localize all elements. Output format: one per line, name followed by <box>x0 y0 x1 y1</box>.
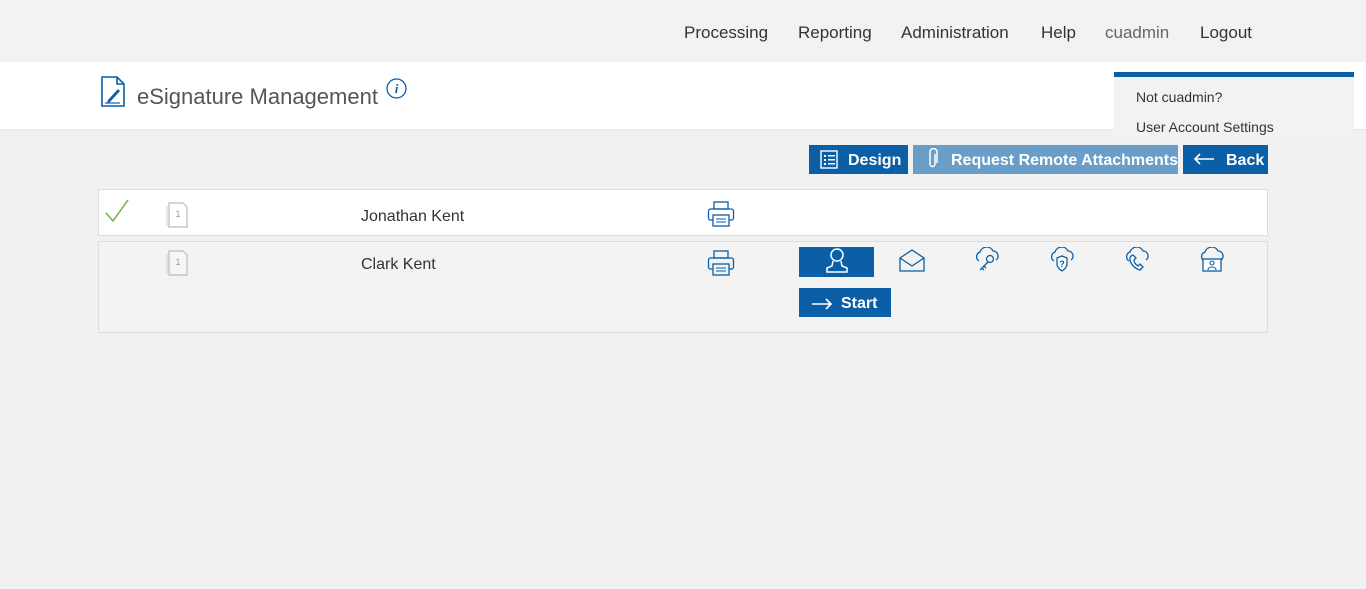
cloud-key-icon <box>973 245 1001 278</box>
top-navigation: Processing Reporting Administration Help… <box>0 0 1366 62</box>
info-icon[interactable]: i <box>386 78 407 104</box>
cloud-id-auth-button[interactable] <box>1174 245 1249 278</box>
design-button-label: Design <box>848 152 902 169</box>
printer-icon[interactable] <box>707 201 735 232</box>
svg-text:?: ? <box>1059 259 1065 269</box>
cloud-question-auth-button[interactable]: ? <box>1024 245 1099 278</box>
menu-user-account-settings[interactable]: User Account Settings <box>1136 119 1274 135</box>
nav-administration[interactable]: Administration <box>901 23 1009 43</box>
list-icon <box>820 150 838 169</box>
nav-help[interactable]: Help <box>1041 23 1076 43</box>
email-auth-button[interactable] <box>874 247 949 277</box>
phone-auth-button[interactable] <box>1099 245 1174 278</box>
user-dropdown-menu: Not cuadmin? User Account Settings <box>1114 72 1354 138</box>
arrow-right-icon <box>811 297 833 315</box>
nav-reporting[interactable]: Reporting <box>798 23 872 43</box>
signer-row: 1 Clark Kent ? Start <box>98 241 1268 333</box>
cloud-id-icon <box>1198 245 1226 278</box>
in-person-auth-button[interactable] <box>799 247 874 277</box>
esignature-document-icon <box>100 76 126 113</box>
checkmark-icon <box>105 199 129 228</box>
back-button-label: Back <box>1226 152 1265 169</box>
paperclip-icon <box>927 148 939 170</box>
svg-text:1: 1 <box>175 257 180 267</box>
person-icon <box>825 247 849 278</box>
cloud-question-icon: ? <box>1048 245 1076 278</box>
signer-name: Clark Kent <box>361 256 436 273</box>
signer-name: Jonathan Kent <box>361 208 465 225</box>
design-button[interactable]: Design <box>809 145 908 174</box>
svg-text:i: i <box>395 81 399 96</box>
phone-icon <box>1123 245 1151 278</box>
svg-text:1: 1 <box>175 209 180 219</box>
email-icon <box>898 248 926 277</box>
start-button-label: Start <box>841 295 878 312</box>
request-remote-attachments-button[interactable]: Request Remote Attachments <box>913 145 1178 174</box>
printer-icon[interactable] <box>707 250 735 281</box>
nav-logout[interactable]: Logout <box>1200 23 1252 43</box>
nav-processing[interactable]: Processing <box>684 23 768 43</box>
signer-row: 1 Jonathan Kent <box>98 189 1268 236</box>
nav-user[interactable]: cuadmin <box>1105 23 1169 43</box>
document-count-icon[interactable]: 1 <box>166 250 188 281</box>
start-button[interactable]: Start <box>799 288 891 317</box>
back-button[interactable]: Back <box>1183 145 1268 174</box>
request-remote-attachments-label: Request Remote Attachments <box>951 152 1179 169</box>
cloud-key-auth-button[interactable] <box>949 245 1024 278</box>
document-count-icon[interactable]: 1 <box>166 202 188 233</box>
arrow-left-icon <box>1193 153 1215 165</box>
menu-not-user[interactable]: Not cuadmin? <box>1136 89 1222 105</box>
page-title: eSignature Management <box>137 84 378 109</box>
